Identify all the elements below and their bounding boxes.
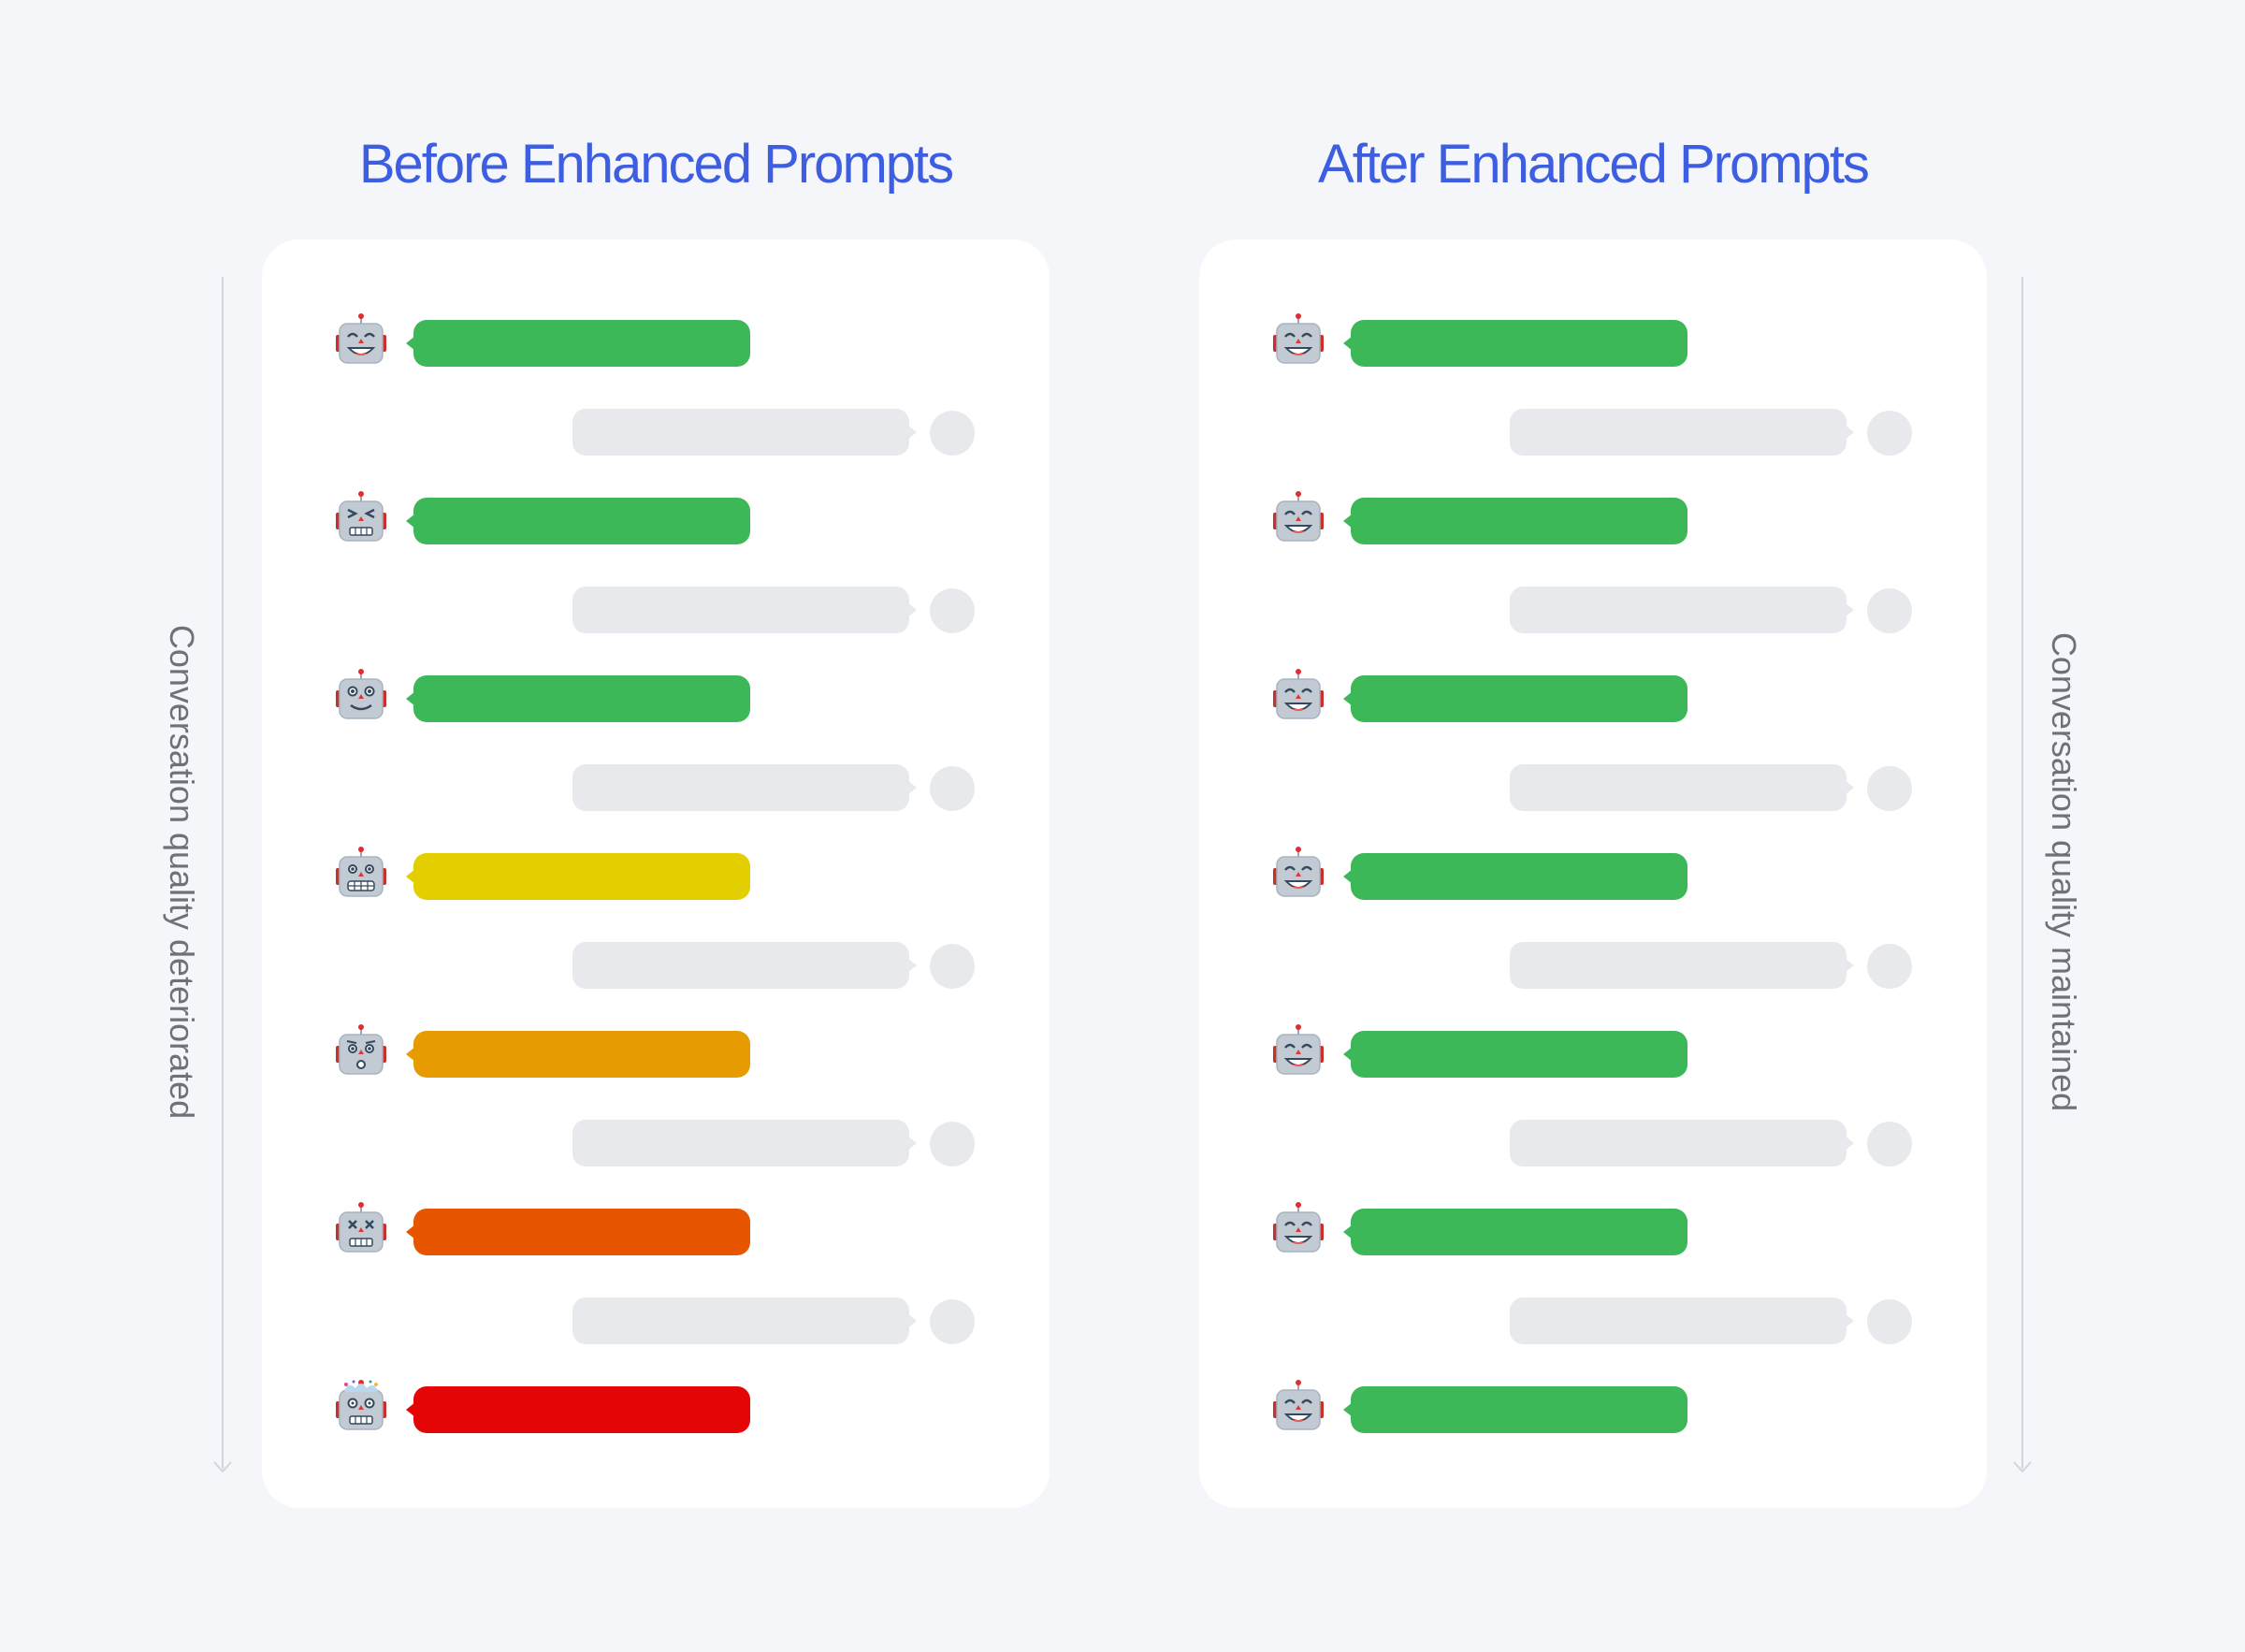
user-message-row [262,940,1050,996]
user-message-bubble [1510,409,1854,456]
bot-message-bubble-declining [406,1031,750,1078]
user-message-bubble [572,764,917,811]
user-avatar [1867,588,1912,633]
user-message-bubble [1510,1297,1854,1344]
user-message-row [262,1296,1050,1352]
bot-message-bubble-good [406,498,750,544]
bot-message-bubble-good [1343,498,1687,544]
user-avatar [1867,411,1912,456]
robot-happy-icon [1273,1380,1324,1430]
bot-message-bubble-good [1343,1031,1687,1078]
user-avatar [1867,1122,1912,1167]
user-message-bubble [572,942,917,989]
bot-message-row [1199,669,1987,730]
user-message-row [1199,762,1987,819]
bot-message-row [262,491,1050,552]
bot-message-row [1199,1202,1987,1263]
bot-message-bubble-good [1343,1386,1687,1433]
left-down-arrow-icon [213,1461,232,1473]
before-conversation-card [262,239,1050,1508]
user-avatar [1867,766,1912,811]
left-side-label: Conversation quality deteriorated [163,624,202,1120]
robot-happy-icon [1273,847,1324,897]
bot-message-row [1199,491,1987,552]
user-message-bubble [1510,1120,1854,1167]
user-message-bubble [572,1120,917,1167]
bot-message-bubble-good [1343,853,1687,900]
user-message-row [1199,940,1987,996]
user-avatar [930,588,975,633]
user-message-row [262,585,1050,641]
bot-message-bubble-poor [406,1209,750,1255]
before-title: Before Enhanced Prompts [358,134,954,195]
right-down-arrow-icon [2013,1461,2032,1473]
bot-message-bubble-good [1343,675,1687,722]
robot-dizzy-icon [336,1202,386,1253]
robot-neutral-icon [336,669,386,719]
user-message-bubble [1510,942,1854,989]
bot-message-bubble-fair [406,853,750,900]
user-message-row [262,762,1050,819]
bot-message-bubble-failed [406,1386,750,1433]
bot-message-bubble-good [406,320,750,367]
bot-message-row [262,847,1050,907]
robot-happy-icon [1273,669,1324,719]
user-message-row [1199,1118,1987,1174]
user-message-bubble [1510,764,1854,811]
user-avatar [930,411,975,456]
bot-message-row [262,1202,1050,1263]
bot-message-bubble-good [1343,1209,1687,1255]
right-side-label: Conversation quality maintained [2045,631,2084,1112]
robot-happy-icon [1273,1202,1324,1253]
bot-message-row [1199,313,1987,374]
bot-message-row [1199,1024,1987,1085]
bot-message-row [262,1024,1050,1085]
user-message-row [1199,1296,1987,1352]
bot-message-row [262,1380,1050,1441]
user-message-bubble [572,409,917,456]
user-message-bubble [1510,587,1854,633]
bot-message-bubble-good [406,675,750,722]
user-message-bubble [572,1297,917,1344]
robot-squint-icon [336,491,386,542]
bot-message-row [262,313,1050,374]
bot-message-row [1199,1380,1987,1441]
after-title: After Enhanced Prompts [1318,134,1870,195]
bot-message-bubble-good [1343,320,1687,367]
user-message-row [262,1118,1050,1174]
robot-worried-icon [336,1024,386,1075]
after-conversation-card [1199,239,1987,1508]
robot-happy-icon [1273,491,1324,542]
robot-happy-icon [1273,1024,1324,1075]
user-avatar [930,1299,975,1344]
user-message-bubble [572,587,917,633]
user-message-row [1199,585,1987,641]
right-quality-axis-line [2021,277,2023,1469]
robot-grimace-icon [336,847,386,897]
bot-message-row [262,669,1050,730]
user-message-row [1199,407,1987,463]
left-quality-axis-line [222,277,224,1469]
user-avatar [930,944,975,989]
user-avatar [930,766,975,811]
robot-exploding-icon [336,1380,386,1430]
user-message-row [262,407,1050,463]
user-avatar [1867,1299,1912,1344]
bot-message-row [1199,847,1987,907]
robot-happy-icon [1273,313,1324,364]
user-avatar [930,1122,975,1167]
user-avatar [1867,944,1912,989]
robot-happy-icon [336,313,386,364]
